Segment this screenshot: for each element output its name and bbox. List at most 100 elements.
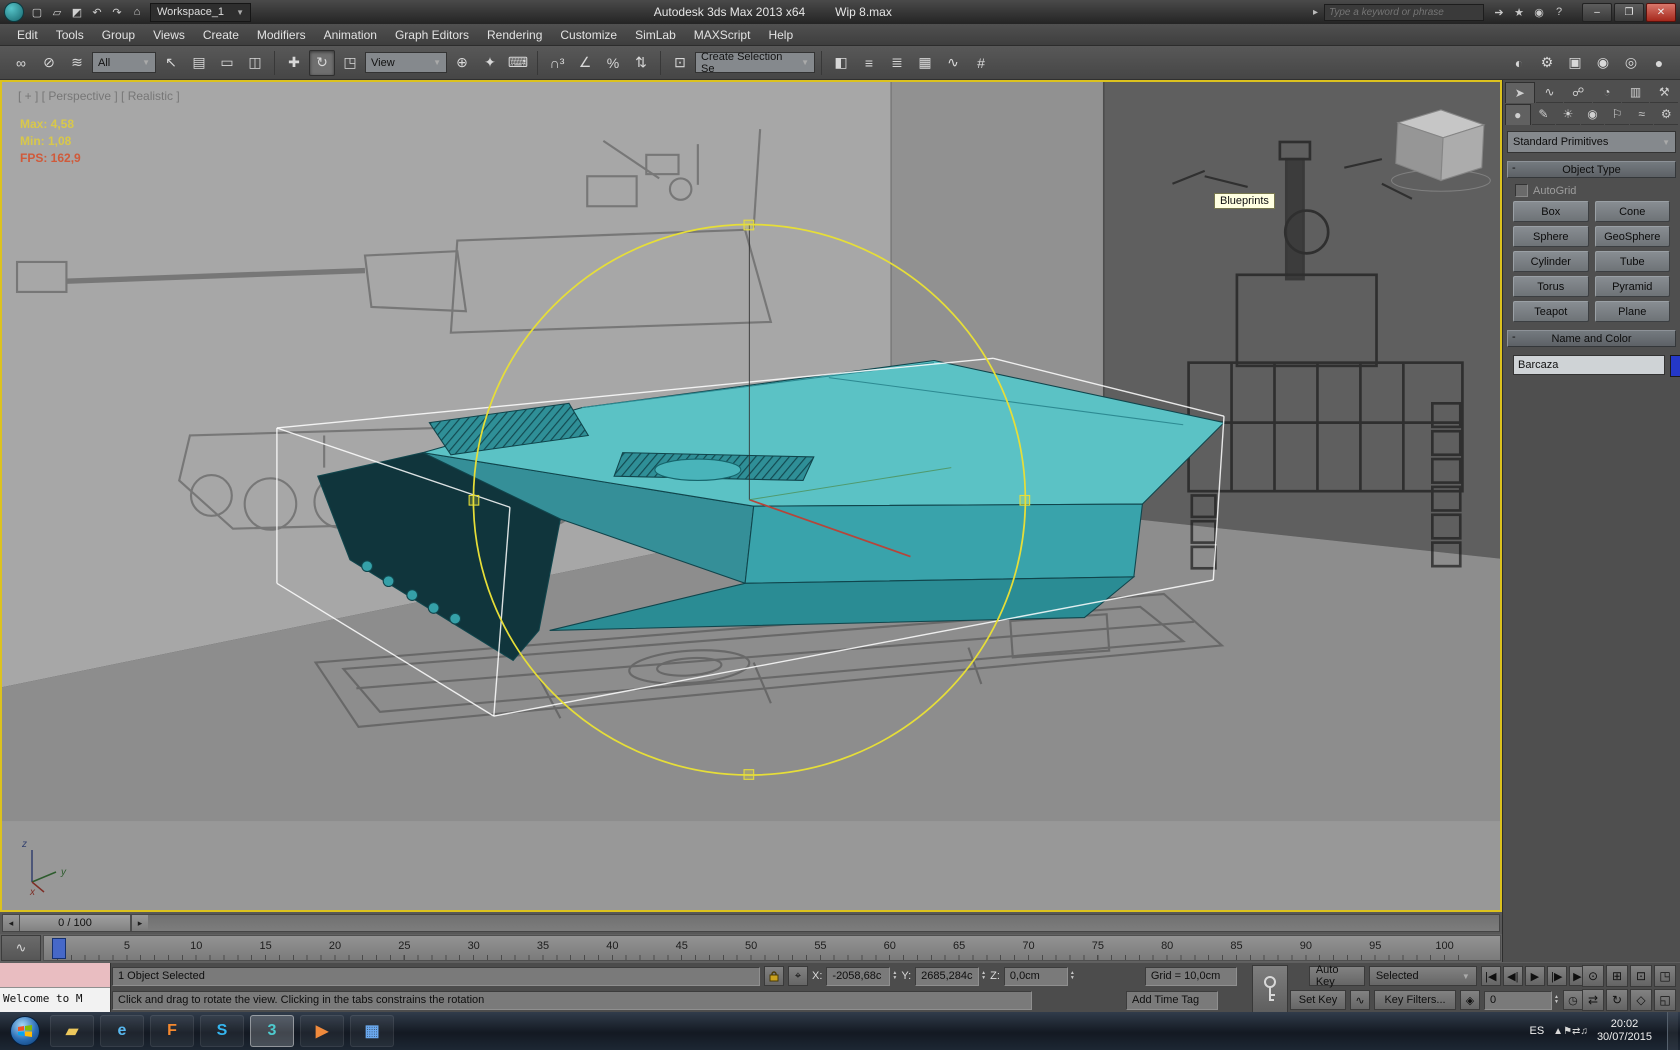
edit-named-selection-sets-button[interactable]: ⊡ xyxy=(667,50,693,76)
object-color-swatch[interactable] xyxy=(1670,355,1680,377)
help-button[interactable]: ? xyxy=(1550,3,1568,21)
z-coord-input[interactable]: 0,0cm xyxy=(1004,967,1068,986)
taskbar-3ds-max[interactable]: 3 xyxy=(250,1015,294,1047)
previous-frame-button[interactable]: ◀| xyxy=(1503,966,1523,986)
menu-item[interactable]: Graph Editors xyxy=(386,28,478,42)
taskbar-clock[interactable]: 20:02 30/07/2015 xyxy=(1597,1018,1652,1044)
selection-filter-dropdown[interactable]: All▼ xyxy=(92,52,156,73)
show-hidden-icons[interactable]: ▲ xyxy=(1553,1026,1563,1037)
key-mode-toggle[interactable]: ◈ xyxy=(1460,990,1480,1010)
save-file-button[interactable]: ◩ xyxy=(68,3,86,21)
orbit-button[interactable]: ↻ xyxy=(1606,989,1628,1011)
application-menu-button[interactable] xyxy=(4,2,24,22)
go-to-start-button[interactable]: |◀ xyxy=(1481,966,1501,986)
hierarchy-tab[interactable]: ☍ xyxy=(1564,82,1592,103)
render-last-button[interactable]: ● xyxy=(1646,50,1672,76)
taskbar-firefox[interactable]: F xyxy=(150,1015,194,1047)
angle-snap-toggle[interactable]: ∠ xyxy=(572,50,598,76)
start-button[interactable] xyxy=(10,1016,40,1046)
percent-snap-toggle[interactable]: % xyxy=(600,50,626,76)
utilities-tab[interactable]: ⚒ xyxy=(1650,82,1678,103)
absolute-offset-toggle[interactable]: ⌖ xyxy=(788,966,808,986)
bind-to-space-warp-button[interactable]: ≋ xyxy=(64,50,90,76)
search-button[interactable]: ➔ xyxy=(1490,3,1508,21)
pan-button[interactable]: ⇄ xyxy=(1582,989,1604,1011)
object-name-input[interactable] xyxy=(1513,355,1665,375)
primitive-button[interactable]: Cone xyxy=(1595,201,1671,222)
next-frame-button[interactable]: |▶ xyxy=(1547,966,1567,986)
taskbar-skype[interactable]: S xyxy=(200,1015,244,1047)
display-tab[interactable]: ▥ xyxy=(1622,82,1650,103)
previous-frame-arrow[interactable]: ◂ xyxy=(3,915,20,931)
menu-item[interactable]: MAXScript xyxy=(685,28,760,42)
mirror-button[interactable]: ◧ xyxy=(828,50,854,76)
volume-icon[interactable]: ♫ xyxy=(1580,1026,1588,1037)
snaps-toggle[interactable]: ∩³ xyxy=(544,50,570,76)
primitive-button[interactable]: Pyramid xyxy=(1595,276,1671,297)
graphite-ribbon-toggle[interactable]: ▦ xyxy=(912,50,938,76)
render-iterative-button[interactable]: ◎ xyxy=(1618,50,1644,76)
render-production-button[interactable]: ◉ xyxy=(1590,50,1616,76)
redo-button[interactable]: ↷ xyxy=(108,3,126,21)
taskbar-media-player[interactable]: ▶ xyxy=(300,1015,344,1047)
primitive-button[interactable]: Torus xyxy=(1513,276,1589,297)
show-desktop-button[interactable] xyxy=(1667,1012,1678,1050)
zoom-all-button[interactable]: ⊞ xyxy=(1606,965,1628,987)
set-keys-big-button[interactable] xyxy=(1252,965,1288,1013)
mini-curve-editor-button[interactable]: ∿ xyxy=(1,935,41,961)
add-time-tag[interactable]: Add Time Tag xyxy=(1126,991,1218,1010)
workspace-dropdown[interactable]: Workspace_1 ▼ xyxy=(150,3,251,22)
menu-item[interactable]: Tools xyxy=(47,28,93,42)
spinner-snap-toggle[interactable]: ⇅ xyxy=(628,50,654,76)
track-bar-ruler[interactable]: 5101520253035404550556065707580859095100 xyxy=(43,935,1501,961)
cameras-category[interactable]: ◉ xyxy=(1581,104,1605,125)
spinner-icon[interactable]: ▲▼ xyxy=(892,971,897,981)
window-crossing-toggle[interactable]: ◫ xyxy=(242,50,268,76)
layer-manager-button[interactable]: ≣ xyxy=(884,50,910,76)
current-frame-marker[interactable] xyxy=(52,938,66,959)
key-selection-dropdown[interactable]: Selected ▼ xyxy=(1369,966,1477,986)
menu-item[interactable]: SimLab xyxy=(626,28,685,42)
menu-item[interactable]: Views xyxy=(144,28,194,42)
zoom-button[interactable]: ⊙ xyxy=(1582,965,1604,987)
y-coord-input[interactable]: 2685,284c xyxy=(915,967,979,986)
x-coord-input[interactable]: -2058,68c xyxy=(826,967,890,986)
spinner-icon[interactable]: ▲▼ xyxy=(981,971,986,981)
macro-recorder-pane[interactable] xyxy=(0,963,110,988)
close-button[interactable]: ✕ xyxy=(1646,3,1676,22)
material-editor-button[interactable]: ◐ xyxy=(1506,50,1532,76)
primitive-button[interactable]: Cylinder xyxy=(1513,251,1589,272)
new-scene-button[interactable]: ▢ xyxy=(28,3,46,21)
select-and-link-button[interactable]: ∞ xyxy=(8,50,34,76)
undo-button[interactable]: ↶ xyxy=(88,3,106,21)
current-time-input[interactable]: 0 xyxy=(1484,991,1552,1010)
restore-button[interactable]: ❐ xyxy=(1614,3,1644,22)
select-object-button[interactable]: ↖ xyxy=(158,50,184,76)
minimize-button[interactable]: – xyxy=(1582,3,1612,22)
primitive-button[interactable]: Box xyxy=(1513,201,1589,222)
primitive-button[interactable]: Tube xyxy=(1595,251,1671,272)
menu-item[interactable]: Create xyxy=(194,28,248,42)
zoom-extents-button[interactable]: ⊡ xyxy=(1630,965,1652,987)
maxscript-mini-listener[interactable]: Welcome to M xyxy=(0,963,111,1013)
language-indicator[interactable]: ES xyxy=(1529,1025,1544,1037)
primitive-button[interactable]: Plane xyxy=(1595,301,1671,322)
geometry-category[interactable]: ● xyxy=(1505,104,1531,125)
time-configuration-button[interactable]: ◷ xyxy=(1563,990,1583,1010)
object-type-rollout-header[interactable]: - Object Type xyxy=(1507,161,1676,178)
reference-coordinate-dropdown[interactable]: View▼ xyxy=(365,52,447,73)
render-setup-button[interactable]: ⚙ xyxy=(1534,50,1560,76)
rectangular-selection-region-button[interactable]: ▭ xyxy=(214,50,240,76)
lights-category[interactable]: ☀ xyxy=(1556,104,1580,125)
rendered-frame-window-button[interactable]: ▣ xyxy=(1562,50,1588,76)
align-button[interactable]: ≡ xyxy=(856,50,882,76)
motion-tab[interactable]: ◔ xyxy=(1593,82,1621,103)
menu-item[interactable]: Edit xyxy=(8,28,47,42)
zoom-region-button[interactable]: ◳ xyxy=(1654,965,1676,987)
key-filters-button[interactable]: Key Filters... xyxy=(1374,990,1456,1010)
menu-item[interactable]: Customize xyxy=(551,28,626,42)
menu-item[interactable]: Help xyxy=(759,28,802,42)
space-warps-category[interactable]: ≈ xyxy=(1630,104,1654,125)
modify-tab[interactable]: ∿ xyxy=(1536,82,1564,103)
play-button[interactable]: ▶ xyxy=(1525,966,1545,986)
